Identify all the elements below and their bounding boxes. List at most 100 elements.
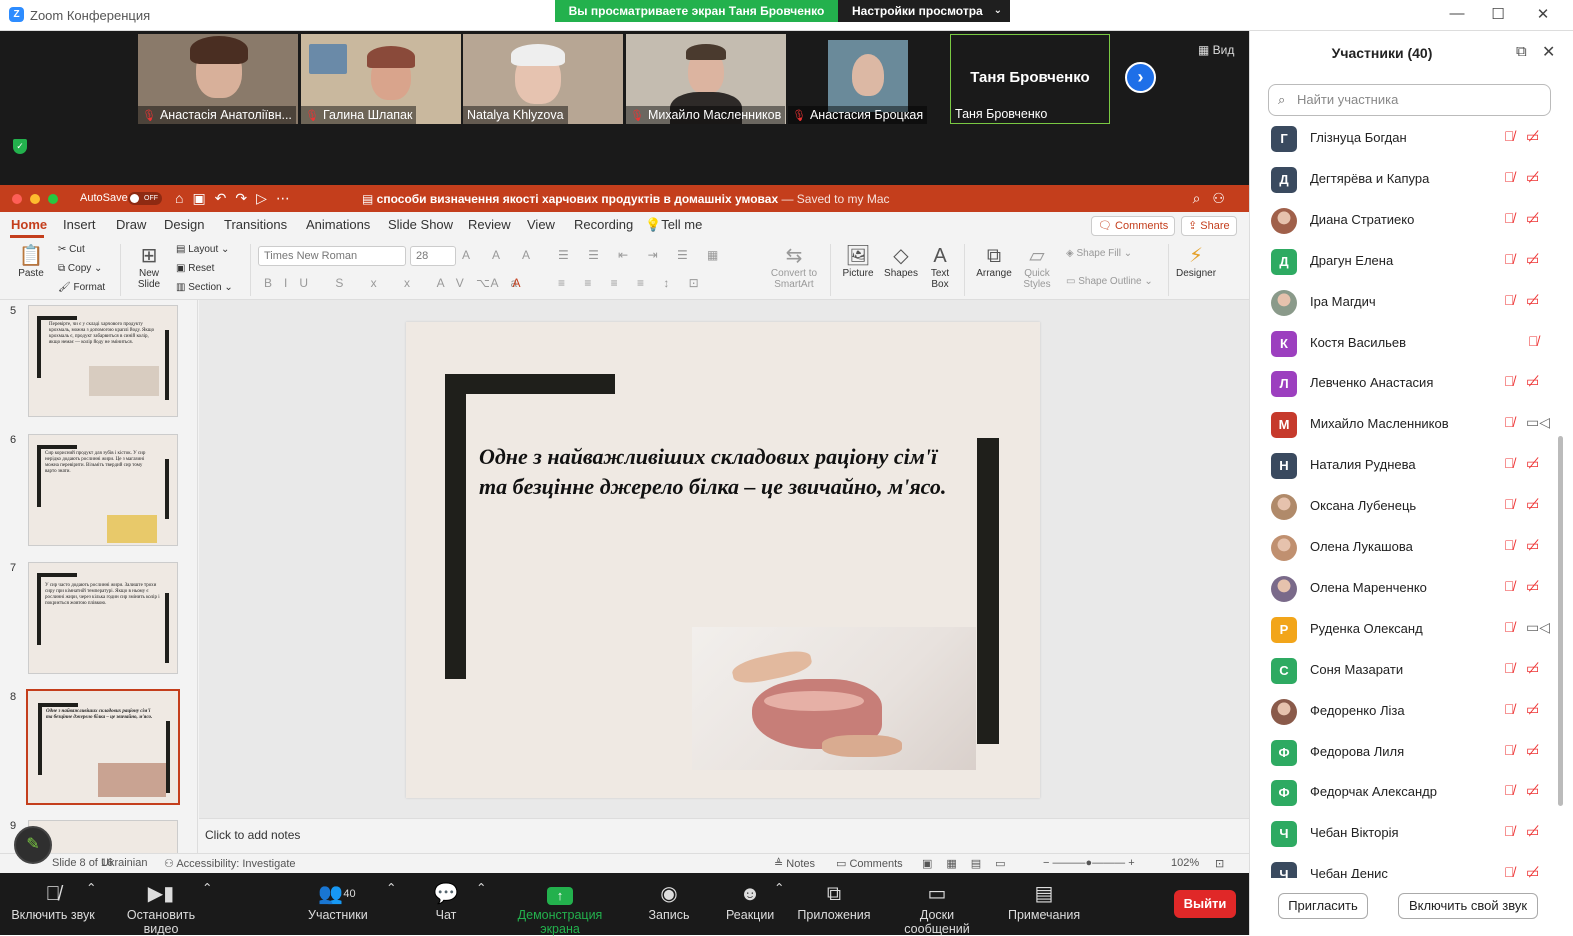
participant-row[interactable]: Л Левченко Анастасия 🎙̸ ▭̸ [1250, 363, 1560, 404]
slide-thumbnail[interactable]: Перевірте, чи є у складі харчового проду… [28, 305, 178, 417]
annotate-pen-icon[interactable]: ✎ [14, 826, 52, 864]
mute-button[interactable]: 🎙̸ Включить звук [10, 880, 96, 922]
new-slide-button[interactable]: ⊞ New Slide [130, 244, 168, 290]
participant-list-scrollbar[interactable] [1558, 436, 1563, 806]
slide-thumbnail[interactable]: Сир корисний продукт для зубів і кісток.… [28, 434, 178, 546]
video-options-caret[interactable]: ⌃ [202, 880, 212, 895]
view-button[interactable]: ▦ Вид [1198, 43, 1234, 57]
reset-button[interactable]: ▣ Reset [176, 263, 214, 274]
participants-caret[interactable]: ⌃ [386, 880, 396, 895]
close-panel-icon[interactable]: ✕ [1542, 42, 1555, 62]
shapes-button[interactable]: ◇ Shapes [882, 244, 920, 279]
participant-row[interactable]: Р Руденка Олександ 🎙̸ ▭◁ [1250, 609, 1560, 650]
participant-row[interactable]: Іра Магдич 🎙̸ ▭̸ [1250, 282, 1560, 323]
section-button[interactable]: ▥ Section ⌄ [176, 282, 233, 293]
notes-toggle[interactable]: ≜ Notes [774, 857, 815, 870]
tab-design[interactable]: Design [164, 217, 204, 232]
paste-button[interactable]: 📋 Paste [14, 244, 48, 279]
participant-row[interactable]: Ч Чебан Денис 🎙̸ ▭̸ [1250, 854, 1560, 878]
font-family-select[interactable]: Times New Roman [258, 246, 406, 266]
language-status[interactable]: Ukrainian [101, 857, 147, 869]
participant-search-input[interactable]: ⌕ Найти участника [1268, 84, 1551, 116]
convert-smartart-button[interactable]: ⇆ Convert to SmartArt [768, 244, 820, 290]
video-tile[interactable]: 🎙 Михайло Масленников [626, 34, 786, 124]
cut-button[interactable]: ✂ Cut [58, 244, 85, 255]
participant-row[interactable]: Ф Федорова Лиля 🎙̸ ▭̸ [1250, 732, 1560, 773]
quick-access-icons[interactable]: ⌂▣↶↷▷⋯ [175, 190, 299, 207]
format-painter-button[interactable]: 🖌 Format [58, 282, 105, 293]
current-slide[interactable]: Одне з найважливіших складових раціону с… [406, 322, 1040, 798]
slide-thumbnail[interactable]: У сир часто додають рослинні жири. Залиш… [28, 562, 178, 674]
participant-row[interactable]: Г Глізнуца Богдан 🎙̸ ▭̸ [1250, 122, 1560, 159]
participant-row[interactable]: Федоренко Ліза 🎙̸ ▭̸ [1250, 691, 1560, 732]
font-size-grow-shrink-icons[interactable]: A A A [462, 248, 540, 262]
unmute-self-button[interactable]: Включить свой звук [1398, 893, 1538, 919]
participant-row[interactable]: Ч Чебан Вікторія 🎙̸ ▭̸ [1250, 813, 1560, 854]
tab-slide-show[interactable]: Slide Show [388, 217, 453, 232]
quick-styles-button[interactable]: ▱ Quick Styles [1018, 244, 1056, 290]
designer-button[interactable]: ⚡ Designer [1176, 244, 1216, 279]
copy-button[interactable]: ⧉ Copy ⌄ [58, 263, 102, 274]
share-screen-button[interactable]: ↑ Демонстрация экрана [498, 880, 622, 936]
tab-animations[interactable]: Animations [306, 217, 370, 232]
font-size-select[interactable]: 28 [410, 246, 456, 266]
tab-recording[interactable]: Recording [574, 217, 633, 232]
alignment-icons[interactable]: ≡ ≡ ≡ ≡ ↕ ⊡ [558, 276, 707, 290]
participant-row[interactable]: М Михайло Масленников 🎙̸ ▭◁ [1250, 404, 1560, 445]
fit-to-window-icon[interactable]: ⊡ [1215, 857, 1224, 870]
zoom-dot-icon[interactable] [48, 194, 58, 204]
apps-button[interactable]: ⧉ Приложения [797, 880, 871, 922]
accessibility-status[interactable]: ⚇ Accessibility: Investigate [164, 857, 296, 870]
tab-draw[interactable]: Draw [116, 217, 146, 232]
participant-row[interactable]: Олена Маренченко 🎙̸ ▭̸ [1250, 568, 1560, 609]
notes-button[interactable]: ▤ Примечания [1008, 880, 1080, 922]
leave-meeting-button[interactable]: Выйти [1174, 890, 1236, 918]
reactions-button[interactable]: ☻ Реакции [726, 880, 774, 922]
chat-caret[interactable]: ⌃ [476, 880, 486, 895]
tell-me[interactable]: 💡Tell me [645, 217, 702, 233]
tab-insert[interactable]: Insert [63, 217, 96, 232]
view-options-button[interactable]: Настройки просмотра ⌄ [838, 0, 1010, 22]
video-tile[interactable]: 🎙 Галина Шлапак [301, 34, 461, 124]
slide-thumbnail-selected[interactable]: Одне з найважливіших складових раціону с… [26, 689, 180, 805]
meat-photo[interactable] [692, 627, 976, 770]
highlight-font-color-icons[interactable]: ⌥ A [476, 276, 531, 290]
tab-review[interactable]: Review [468, 217, 511, 232]
text-box-button[interactable]: A Text Box [926, 244, 954, 290]
slide-body-text[interactable]: Одне з найважливіших складових раціону с… [479, 442, 949, 502]
layout-button[interactable]: ▤ Layout ⌄ [176, 244, 229, 255]
participant-row[interactable]: С Соня Мазарати 🎙̸ ▭̸ [1250, 650, 1560, 691]
video-tile[interactable]: 🎙 Анастасия Броцкая [788, 34, 948, 124]
popout-icon[interactable]: ⧉ [1516, 43, 1527, 60]
video-tile[interactable]: 🎙 Анастасія Анатоліївн... [138, 34, 298, 124]
list-icons[interactable]: ☰ ☰ ⇤ ⇥ ☰ ▦ [558, 248, 726, 262]
participant-row[interactable]: Н Наталия Руднева 🎙̸ ▭̸ [1250, 445, 1560, 486]
search-icon[interactable]: ⌕⚇ [1193, 190, 1237, 207]
comments-button[interactable]: 🗨 Comments [1091, 216, 1176, 236]
encryption-shield-icon[interactable]: ✓ [13, 139, 27, 154]
share-button[interactable]: ⇪ Share [1181, 216, 1237, 236]
whiteboards-button[interactable]: ▭ Доски сообщений [886, 880, 988, 936]
shape-fill-button[interactable]: ◈ Shape Fill ⌄ [1066, 248, 1132, 259]
maximize-icon[interactable]: ☐ [1488, 5, 1508, 23]
picture-button[interactable]: 🖼 Picture [840, 244, 876, 279]
tab-transitions[interactable]: Transitions [224, 217, 287, 232]
next-page-arrow-icon[interactable]: › [1125, 62, 1156, 93]
autosave-toggle[interactable]: OFF [128, 192, 162, 205]
invite-button[interactable]: Пригласить [1278, 893, 1368, 919]
zoom-slider[interactable]: − ———●——— + [1043, 857, 1135, 869]
participant-row[interactable]: Ф Федорчак Александр 🎙̸ ▭̸ [1250, 772, 1560, 813]
view-mode-icons[interactable]: ▣▦▤▭ [922, 857, 1020, 870]
shape-outline-button[interactable]: ▭ Shape Outline ⌄ [1066, 276, 1153, 287]
participant-row[interactable]: К Костя Васильев 🎙̸ [1250, 323, 1560, 364]
zoom-level[interactable]: 102% [1171, 857, 1199, 869]
chat-button[interactable]: 💬 Чат [430, 880, 462, 922]
video-tile-active-speaker[interactable]: Таня Бровченко Таня Бровченко [950, 34, 1110, 124]
participants-button[interactable]: 👥40 Участники [308, 880, 368, 922]
audio-options-caret[interactable]: ⌃ [86, 880, 96, 895]
stop-video-button[interactable]: ▶▮ Остановить видео [110, 880, 212, 936]
arrange-button[interactable]: ⧉ Arrange [972, 244, 1016, 279]
tab-home[interactable]: Home [11, 217, 47, 232]
comments-toggle[interactable]: ▭ Comments [836, 857, 903, 870]
close-window-icon[interactable]: ✕ [1533, 5, 1553, 23]
